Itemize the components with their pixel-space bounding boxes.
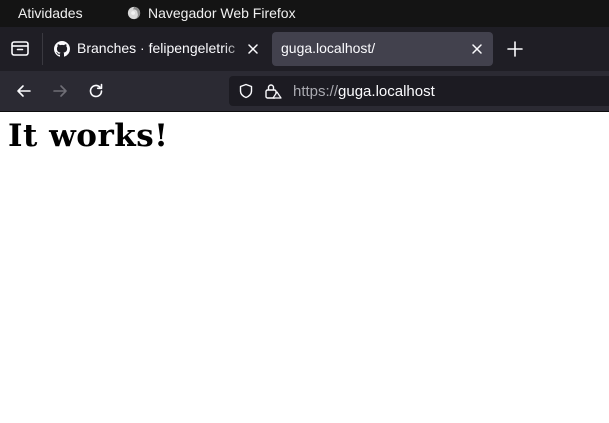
url-scheme: https:// xyxy=(293,83,339,100)
tab-guga-localhost[interactable]: guga.localhost/ xyxy=(272,32,493,66)
address-bar[interactable]: https://guga.localhost xyxy=(229,76,609,106)
tab-branches[interactable]: Branches · felipengeletric xyxy=(46,32,266,66)
github-icon xyxy=(54,41,70,57)
list-all-tabs-icon xyxy=(11,41,29,56)
app-menu[interactable]: Navegador Web Firefox xyxy=(127,5,296,21)
navigation-toolbar: https://guga.localhost xyxy=(0,71,609,111)
close-icon[interactable] xyxy=(246,42,260,56)
lock-warning-icon[interactable] xyxy=(264,83,282,99)
back-arrow-icon[interactable] xyxy=(14,81,34,101)
tab-title: guga.localhost/ xyxy=(281,40,376,56)
tab-title: Branches · felipengeletric xyxy=(77,40,235,56)
tab-strip: Branches · felipengeletric guga.localhos… xyxy=(0,27,609,71)
url-text[interactable]: https://guga.localhost xyxy=(293,83,435,100)
firefox-icon xyxy=(127,6,141,20)
page-heading: It works! xyxy=(8,118,169,154)
tab-list-button[interactable] xyxy=(0,27,42,71)
forward-arrow-icon[interactable] xyxy=(50,81,70,101)
app-name: Navegador Web Firefox xyxy=(148,5,296,21)
url-host: guga.localhost xyxy=(338,83,435,100)
tab-separator xyxy=(42,33,43,65)
activities-button[interactable]: Atividades xyxy=(18,5,83,21)
reload-icon[interactable] xyxy=(86,81,106,101)
new-tab-plus-icon[interactable] xyxy=(505,39,525,59)
close-icon[interactable] xyxy=(470,42,484,56)
system-top-bar: Atividades Navegador Web Firefox xyxy=(0,0,609,27)
page-content: It works! xyxy=(0,112,609,423)
tracking-protection-shield-icon[interactable] xyxy=(238,83,254,99)
